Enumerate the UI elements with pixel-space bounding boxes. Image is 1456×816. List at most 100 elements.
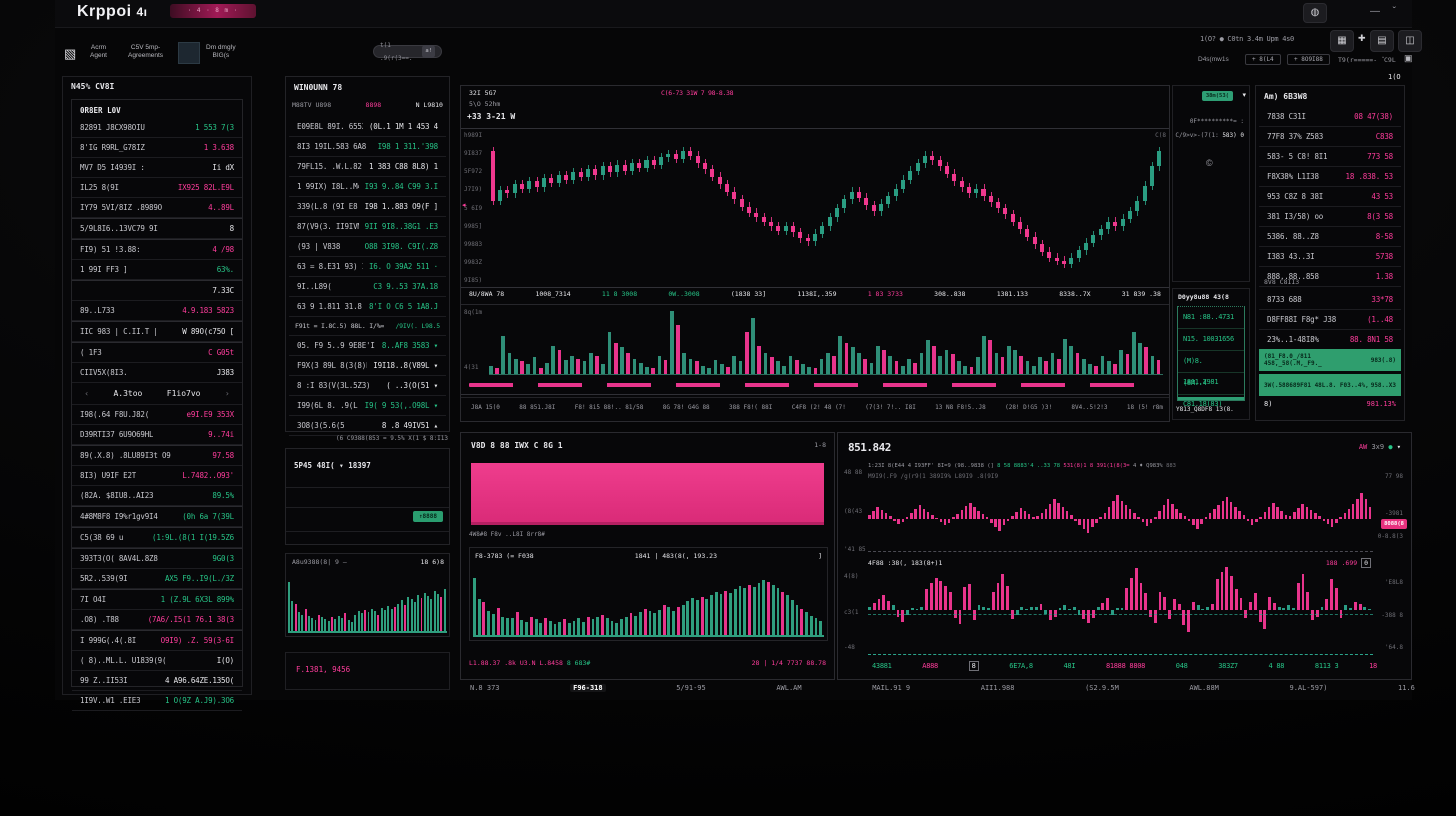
bar (696, 600, 699, 635)
orderbook-row[interactable]: 953 C8Z 8 38I43 53 (1259, 187, 1401, 207)
panel-toggle-icon[interactable]: ▣ (1404, 53, 1413, 64)
sidebar-row[interactable]: ( 8)..ML.L. U1839(9(I(O) (72, 651, 242, 671)
bar (489, 366, 493, 374)
orderbook-row[interactable]: F8X38% L1I3818 .838. 53 (1259, 167, 1401, 187)
watchlist-row[interactable]: F9X(3 89L 8(3(8)LI9I18..8(V89L ▾ (289, 356, 446, 376)
sidebar-row[interactable]: 7I O4I1 (Z.9L 6X3L 899% (72, 589, 242, 610)
bar (595, 356, 599, 374)
buy-mini-button[interactable]: ↑8888 (413, 511, 443, 522)
sidebar-row[interactable]: (82A. $8IU8..AI2389.5% (72, 486, 242, 506)
sidebar-row[interactable]: MV7 D5 I4939I :Ii dX (72, 158, 242, 178)
orderbook-row[interactable]: 381 I3/58) oo8(3 58 (1259, 207, 1401, 227)
sidebar-row[interactable]: C5(38 69 u(1:9L.(8(1 I(19.5Z6 (72, 527, 242, 548)
mode-badge[interactable]: 38m(53( (1202, 91, 1233, 101)
sidebar-row[interactable]: 89..L7334.9.183 5823 (72, 301, 242, 321)
sidebar-row[interactable]: IL25 8(9IIX925 82L.E9L (72, 178, 242, 198)
orderbook-row[interactable]: 583- 5 C8! 8I1773 58 (1259, 147, 1401, 167)
candle-body (498, 190, 502, 201)
watchlist-row[interactable]: 9I..L89(C3 9..53 37A.18 (289, 277, 446, 297)
orderbook-row[interactable]: I383 43..3I5738 (1259, 247, 1401, 267)
watchlist-row[interactable]: 1 99IX) I8L..M4L8I93 9..84 C99 3.I (289, 177, 446, 197)
layout-icon[interactable]: ◫ (1398, 30, 1422, 52)
grid-view-icon[interactable]: ▦ (1330, 30, 1354, 52)
sidebar-row[interactable]: FI9) 51 !3.88:4 /98 (72, 239, 242, 260)
watchlist-row[interactable]: F91t = I.8C.5) 88L. I/%=/9IV(. L98.5 (289, 317, 446, 336)
watchlist-row[interactable]: 8 :I 83(V(3L.5Z3)( ..3(O(51 ▾ (289, 376, 446, 396)
sidebar-row[interactable]: IY79 5VI/8IZ .8989O4..89L (72, 198, 242, 218)
interval-label[interactable]: 5\O 52hm (469, 100, 500, 108)
depth-toggle[interactable]: 1-8 (814, 441, 826, 449)
oscillator-controls[interactable]: AW 3x9 ● ▾ (1359, 443, 1401, 451)
oscillator-chart[interactable] (868, 485, 1373, 547)
sidebar-row[interactable]: ‹A.3tooF1io7vo› (72, 383, 242, 405)
candle-area[interactable]: h989I9I8375F972J7I9)5 6I99985]998839983Z… (461, 128, 1169, 288)
menu-item-1[interactable]: AcrmAgent (90, 44, 107, 60)
color-swatch[interactable] (178, 42, 200, 64)
sidebar-row[interactable]: 4#8M8F8 I9%r1gv9I4(0h 6a 7(39L (72, 506, 242, 527)
orderbook-row[interactable]: D8FF88I F8g* J38(1..48 (1259, 310, 1401, 330)
watchlist-row[interactable]: 05. F9 5..9 9E8E'I8..AF8 3583 ▾ (289, 336, 446, 356)
watchlist-row[interactable]: (93 | V838O88 3I98. C9I(.Z8 (289, 237, 446, 257)
sidebar-row[interactable]: 99 Z..II53I4 A96.64ZE.135O( (72, 671, 242, 691)
window-caret-icon[interactable]: ˇ (1393, 6, 1396, 17)
sidebar-row[interactable]: 7.33C (72, 280, 242, 301)
add-icon[interactable]: ✚ (1358, 33, 1366, 44)
orderbook-row[interactable]: 77F8 37% Z583C838 (1259, 127, 1401, 147)
sidebar-row[interactable]: IIC 983 | C.II.T |W 89O(c75O [ (72, 321, 242, 342)
orderbook-row[interactable]: 7838 C31I08 47(38) (1259, 107, 1401, 127)
volume-area[interactable]: 8q(1m4(31 (461, 304, 1169, 375)
delta-chart[interactable] (868, 573, 1373, 651)
chart-type-icon[interactable]: ▧ (64, 46, 76, 62)
sidebar-row[interactable]: I98(.64 F8U.J82(e9I.E9 353X (72, 405, 242, 425)
watchlist-row[interactable]: 63 = 8.E31 93) I:.I6. O 39A2 511 · (289, 257, 446, 277)
watchlist-row[interactable]: 8I3 19IL.583 6A8I98 1 311.'398 (289, 137, 446, 157)
bar (1038, 357, 1042, 374)
sidebar-row[interactable]: D39RTI37 6U9O69HL9..74i (72, 425, 242, 445)
sidebar-row[interactable]: 82891 J8CX98OIU1 553 7(3 (72, 118, 242, 138)
pair-label[interactable]: 32I 5G7 (469, 89, 496, 97)
sidebar-row[interactable]: 393T3(O( 8AV4L.8Z89G0(3 (72, 548, 242, 569)
orderbook-highlight-row[interactable]: 3W(.588689F81 48L.8. F03..4%,958..X3 (1259, 374, 1401, 396)
sidebar-row[interactable]: 1I9V..W1 .EIE31 O(9Z A.J9).3O6 (72, 691, 242, 711)
sidebar-row[interactable]: CIIV5X(8I3.J383 (72, 363, 242, 383)
sidebar-row[interactable]: 1 99I FF3 ]63%. (72, 260, 242, 280)
watchlist-row[interactable]: I99(6L 8. .9(L.38(5I9( 9 53(,.O98L ▾ (289, 396, 446, 416)
add-tab-button[interactable]: + 8(L4 (1245, 54, 1281, 65)
menu-item-2[interactable]: C5V 5mp-Agreements (128, 44, 163, 60)
orderbook-highlight-row[interactable]: (81_F8.0_/811 458,_58(.M,_F9._983(.8) (1259, 349, 1401, 371)
bar (982, 607, 985, 610)
sidebar-row[interactable]: I 999G(.4(.8IO9I9) .Z. 59(3-6I (72, 630, 242, 651)
sidebar-row[interactable]: 89(.X.8) .8LU89I3t O997.58 (72, 445, 242, 466)
mode-caret-icon[interactable]: ▾ (1242, 91, 1246, 99)
watchlist-row[interactable]: 87(V9(3. II9IVM979II 9I8..38G1 .E3 (289, 217, 446, 237)
sidebar-row[interactable]: 8I3) U9IF E2TL.7482..O93' (72, 466, 242, 486)
templates-dropdown[interactable]: T9(r=====- ˇ (1338, 56, 1385, 64)
watchlist-row[interactable]: E09E8L 89I. 6552(0L.1 1M 1 453 4 (289, 117, 446, 137)
sidebar-row[interactable]: ( 1F3C G05t (72, 342, 242, 363)
csl-icon[interactable]: C9L (1384, 56, 1396, 64)
orderbook-row[interactable]: 5386. 88..Z88-58 (1259, 227, 1401, 247)
search-input[interactable]: t(1 .9(r(3==. a! (373, 45, 442, 58)
watchlist-row[interactable]: 79FL15. .W.L.82(.1 383 C88 8L8) 1 (289, 157, 446, 177)
mini-volume-chart[interactable] (288, 571, 447, 633)
calendar-icon[interactable]: ▤ (1370, 30, 1394, 52)
candle-body (608, 166, 612, 172)
browse-button[interactable]: + 8O9I88 (1287, 54, 1330, 65)
timeframe-label[interactable]: +33 3-21 W (467, 112, 515, 121)
bar (608, 332, 612, 374)
watchlist-row[interactable]: 63 9 1.811 31.8!8'I O C6 5 1A8.J (289, 297, 446, 317)
window-minimize-icon[interactable]: — (1370, 6, 1380, 17)
menu-item-3[interactable]: Dm dmgIyBIG(s (206, 44, 236, 60)
bar (720, 594, 723, 635)
sidebar-row[interactable]: .O8) .T88(7A6/.I5(1 76.1 38(3 (72, 610, 242, 630)
session-volume-chart[interactable] (473, 568, 824, 637)
notifications-icon[interactable]: ◍ (1303, 3, 1327, 23)
watchlist-row[interactable]: 339(L.8 (9I E8 G)I98 1..883 O9(F ] (289, 197, 446, 217)
sidebar-row[interactable]: 5/9L8I6..13VC79 9I8 (72, 218, 242, 239)
sidebar-row[interactable]: 5R2..539(9IAX5 F9..I9(L./3Z (72, 569, 242, 589)
orderbook-row[interactable]: 8733 68833*78 (1259, 290, 1401, 310)
candlestick-chart[interactable] (489, 133, 1163, 283)
sidebar-row[interactable]: 8'IG R9RL_G78IZ1 3.638 (72, 138, 242, 158)
watchlist-row[interactable]: 3O8(3(5.6(58 .8 49IV51 ▴ (289, 416, 446, 436)
candle-body (1018, 222, 1022, 230)
